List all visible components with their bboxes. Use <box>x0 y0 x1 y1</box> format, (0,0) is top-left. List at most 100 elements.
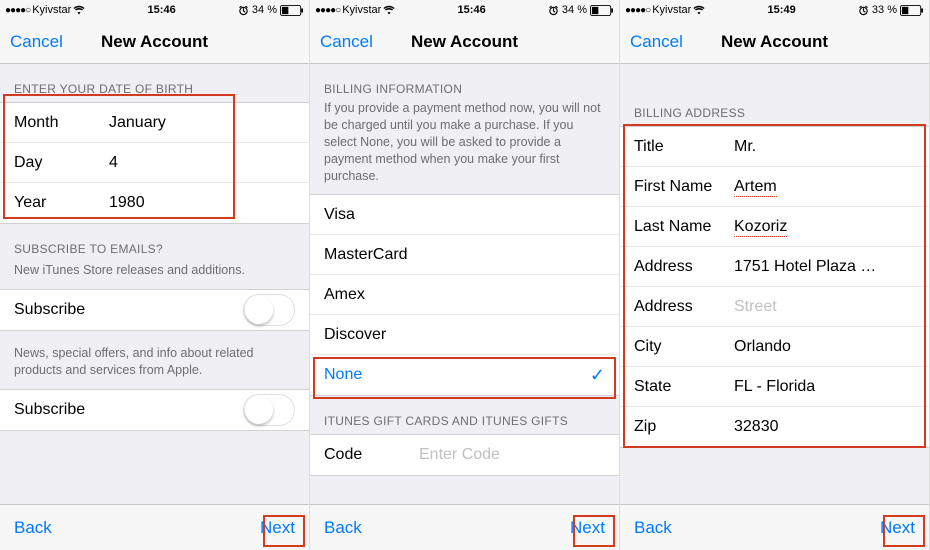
status-bar: ●●●●○ Kyivstar 15:46 34 % <box>0 0 309 20</box>
year-row[interactable]: Year 1980 <box>0 183 309 223</box>
signal-dots-icon: ●●●●○ <box>5 5 30 16</box>
check-icon: ✓ <box>590 365 605 386</box>
subscribe-group-1: Subscribe <box>0 289 309 331</box>
nav-bar: Cancel New Account <box>620 20 929 64</box>
battery-pct-label: 33 % <box>872 4 897 16</box>
gift-group: Code Enter Code <box>310 434 619 476</box>
first-name-value: Artem <box>734 178 777 197</box>
payment-label: Amex <box>324 286 605 304</box>
cancel-button[interactable]: Cancel <box>320 32 373 52</box>
payment-label: None <box>324 366 590 384</box>
title-row[interactable]: Title Mr. <box>620 127 929 167</box>
state-row[interactable]: State FL - Florida <box>620 367 929 407</box>
city-value: Orlando <box>734 338 915 356</box>
addr-group: Title Mr. First Name Artem Last Name Koz… <box>620 126 929 448</box>
address2-row[interactable]: Address Street <box>620 287 929 327</box>
cancel-button[interactable]: Cancel <box>630 32 683 52</box>
bottom-bar: Back Next <box>0 504 309 550</box>
year-value: 1980 <box>109 194 295 212</box>
subscribe-header: SUBSCRIBE TO EMAILS? <box>0 224 309 262</box>
subscribe-label-1: Subscribe <box>14 301 243 319</box>
subscribe-row-1: Subscribe <box>0 290 309 330</box>
dob-group: Month January Day 4 Year 1980 <box>0 102 309 224</box>
month-row[interactable]: Month January <box>0 103 309 143</box>
payment-label: Discover <box>324 326 605 344</box>
address2-value: Street <box>734 298 915 316</box>
next-button[interactable]: Next <box>880 518 915 538</box>
address2-label: Address <box>634 298 734 316</box>
payment-group: Visa MasterCard Amex Discover None ✓ <box>310 194 619 396</box>
first-name-label: First Name <box>634 178 734 196</box>
battery-icon <box>280 4 304 16</box>
wifi-icon <box>73 4 85 16</box>
month-label: Month <box>14 114 109 132</box>
day-label: Day <box>14 154 109 172</box>
bottom-bar: Back Next <box>310 504 619 550</box>
title-value: Mr. <box>734 138 915 156</box>
zip-row[interactable]: Zip 32830 <box>620 407 929 447</box>
address1-row[interactable]: Address 1751 Hotel Plaza … <box>620 247 929 287</box>
city-label: City <box>634 338 734 356</box>
payment-discover[interactable]: Discover <box>310 315 619 355</box>
alarm-icon <box>238 4 249 16</box>
payment-label: Visa <box>324 206 605 224</box>
subscribe-caption: New iTunes Store releases and additions. <box>0 262 309 289</box>
payment-none[interactable]: None ✓ <box>310 355 619 395</box>
battery-icon <box>900 4 924 16</box>
status-bar: ●●●●○ Kyivstar 15:49 33 % <box>620 0 929 20</box>
payment-label: MasterCard <box>324 246 605 264</box>
month-value: January <box>109 114 295 132</box>
clock-label: 15:49 <box>705 4 858 16</box>
first-name-row[interactable]: First Name Artem <box>620 167 929 207</box>
code-row[interactable]: Code Enter Code <box>310 435 619 475</box>
last-name-label: Last Name <box>634 218 734 236</box>
battery-pct-label: 34 % <box>562 4 587 16</box>
gift-header: ITUNES GIFT CARDS AND ITUNES GIFTS <box>310 396 619 434</box>
nav-bar: Cancel New Account <box>310 20 619 64</box>
zip-label: Zip <box>634 418 734 436</box>
addr-header: BILLING ADDRESS <box>620 64 929 126</box>
billing-header: BILLING INFORMATION <box>310 64 619 98</box>
year-label: Year <box>14 194 109 212</box>
day-row[interactable]: Day 4 <box>0 143 309 183</box>
state-value: FL - Florida <box>734 378 915 396</box>
payment-amex[interactable]: Amex <box>310 275 619 315</box>
code-input[interactable]: Enter Code <box>419 446 605 464</box>
next-button[interactable]: Next <box>570 518 605 538</box>
next-button[interactable]: Next <box>260 518 295 538</box>
carrier-label: Kyivstar <box>32 4 71 16</box>
cancel-button[interactable]: Cancel <box>10 32 63 52</box>
status-bar: ●●●●○ Kyivstar 15:46 34 % <box>310 0 619 20</box>
last-name-row[interactable]: Last Name Kozoriz <box>620 207 929 247</box>
bottom-bar: Back Next <box>620 504 929 550</box>
dob-header: ENTER YOUR DATE OF BIRTH <box>0 64 309 102</box>
zip-value: 32830 <box>734 418 915 436</box>
alarm-icon <box>858 4 869 16</box>
billing-caption: If you provide a payment method now, you… <box>310 98 619 194</box>
last-name-value: Kozoriz <box>734 218 787 237</box>
title-label: Title <box>634 138 734 156</box>
back-button[interactable]: Back <box>324 518 362 538</box>
state-label: State <box>634 378 734 396</box>
signal-dots-icon: ●●●●○ <box>625 5 650 16</box>
clock-label: 15:46 <box>85 4 238 16</box>
subscribe-label-2: Subscribe <box>14 401 243 419</box>
city-row[interactable]: City Orlando <box>620 327 929 367</box>
back-button[interactable]: Back <box>634 518 672 538</box>
screen-billing-info: ●●●●○ Kyivstar 15:46 34 % Cancel New Acc… <box>310 0 620 550</box>
screen-dob: ●●●●○ Kyivstar 15:46 34 % Cancel New Acc… <box>0 0 310 550</box>
battery-icon <box>590 4 614 16</box>
code-label: Code <box>324 446 419 464</box>
payment-visa[interactable]: Visa <box>310 195 619 235</box>
address1-label: Address <box>634 258 734 276</box>
clock-label: 15:46 <box>395 4 548 16</box>
nav-bar: Cancel New Account <box>0 20 309 64</box>
battery-pct-label: 34 % <box>252 4 277 16</box>
subscribe-row-2: Subscribe <box>0 390 309 430</box>
subscribe-toggle-1[interactable] <box>243 294 295 326</box>
subscribe-toggle-2[interactable] <box>243 394 295 426</box>
carrier-label: Kyivstar <box>342 4 381 16</box>
payment-mastercard[interactable]: MasterCard <box>310 235 619 275</box>
subscribe-group-2: Subscribe <box>0 389 309 431</box>
back-button[interactable]: Back <box>14 518 52 538</box>
